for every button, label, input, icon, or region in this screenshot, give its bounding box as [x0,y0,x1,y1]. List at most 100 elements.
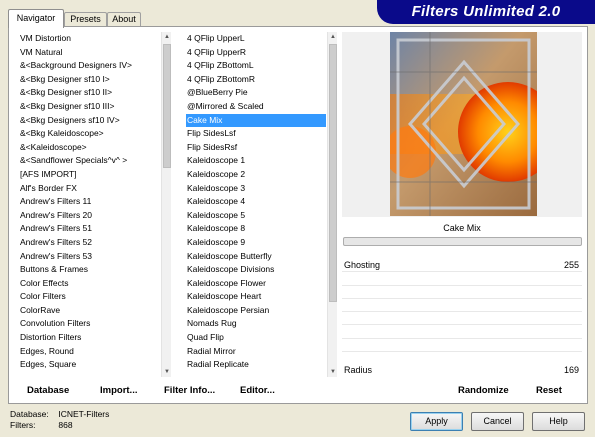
param-empty-row [342,299,582,313]
scroll-down-arrow-icon[interactable]: ▼ [162,367,172,377]
param-radius-value: 169 [563,365,579,375]
filter-list-item[interactable]: Kaleidoscope 8 [186,222,326,236]
import-button[interactable]: Import... [100,383,137,399]
category-list[interactable]: VM Distortion VM Natural &<Background Desi… [19,32,159,377]
filter-list-item[interactable]: Flip SidesLsf [186,127,326,141]
filter-list-item[interactable]: @Mirrored & Scaled [186,100,326,114]
filter-scroll-thumb[interactable] [329,44,337,302]
database-button[interactable]: Database [27,383,69,399]
scroll-up-arrow-icon[interactable]: ▲ [162,32,172,42]
filter-list-item[interactable]: Kaleidoscope 9 [186,236,326,250]
filter-list-item[interactable]: Kaleidoscope Heart [186,290,326,304]
tab-presets[interactable]: Presets [64,12,107,27]
category-list-item[interactable]: Andrew's Filters 51 [19,222,159,236]
cancel-button-label: Cancel [483,416,512,426]
category-list-item[interactable]: &<Bkg Designer sf10 III> [19,100,159,114]
reset-button[interactable]: Reset [536,383,562,399]
category-list-item[interactable]: &<Bkg Designer sf10 II> [19,86,159,100]
preview-image [390,32,537,216]
tab-presets-label: Presets [70,14,101,24]
category-list-item[interactable]: &<Background Designers IV> [19,59,159,73]
category-list-item[interactable]: Color Filters [19,290,159,304]
filter-separator-bar [343,237,582,246]
filter-list-scrollbar[interactable]: ▲ ▼ [327,32,337,377]
param-ghosting-value: 255 [563,260,579,270]
category-list-item[interactable]: Edges, Square [19,358,159,372]
category-list-item[interactable]: &<Bkg Kaleidoscope> [19,127,159,141]
help-button[interactable]: Help [532,412,585,431]
filter-list-item[interactable]: Radial Replicate [186,358,326,372]
category-list-item[interactable]: [AFS IMPORT] [19,168,159,182]
param-empty-row [342,325,582,339]
category-list-item[interactable]: Alf's Border FX [19,182,159,196]
filter-list[interactable]: 4 QFlip UpperL 4 QFlip UpperR 4 QFlip ZBot… [186,32,326,377]
database-value: ICNET-Filters [58,409,110,419]
filter-list-item[interactable]: Radial Mirror [186,345,326,359]
category-list-item[interactable]: &<Bkg Designer sf10 I> [19,73,159,87]
category-list-item[interactable]: &<Kaleidoscope> [19,141,159,155]
filter-list-item[interactable]: Nomads Rug [186,317,326,331]
category-list-item[interactable]: ColorRave [19,304,159,318]
param-radius[interactable]: Radius 169 [342,363,582,377]
filter-list-item[interactable]: @BlueBerry Pie [186,86,326,100]
database-label: Database: [10,409,49,419]
category-list-item[interactable]: Andrew's Filters 53 [19,250,159,264]
category-list-item[interactable]: Andrew's Filters 11 [19,195,159,209]
filter-list-item[interactable]: Quad Flip [186,331,326,345]
navigator-toolbar: Database Import... Filter Info... Editor… [9,380,587,402]
scroll-down-arrow-icon[interactable]: ▼ [328,367,338,377]
category-list-item[interactable]: Andrew's Filters 52 [19,236,159,250]
param-ghosting[interactable]: Ghosting 255 [342,259,582,273]
parameter-list: Ghosting 255 [342,259,582,379]
preview-frame [342,32,582,217]
category-list-item[interactable]: Edges, Round [19,345,159,359]
filter-list-item[interactable]: Kaleidoscope Flower [186,277,326,291]
filter-list-item[interactable]: Kaleidoscope 4 [186,195,326,209]
tab-about-label: About [112,14,136,24]
help-button-label: Help [549,416,568,426]
tab-about[interactable]: About [107,12,141,27]
scroll-up-arrow-icon[interactable]: ▲ [328,32,338,42]
category-list-item[interactable]: &<Sandflower Specials^v^ > [19,154,159,168]
cancel-button[interactable]: Cancel [471,412,524,431]
filter-list-item[interactable]: 4 QFlip ZBottomL [186,59,326,73]
tab-navigator-label: Navigator [16,13,56,23]
category-list-item[interactable]: Andrew's Filters 20 [19,209,159,223]
param-ghosting-label: Ghosting [344,260,381,270]
category-list-item[interactable]: &<Bkg Designers sf10 IV> [19,114,159,128]
filter-list-item[interactable]: 4 QFlip ZBottomR [186,73,326,87]
editor-button[interactable]: Editor... [240,383,275,399]
category-list-item[interactable]: VM Distortion [19,32,159,46]
filter-list-item[interactable]: 4 QFlip UpperR [186,46,326,60]
navigator-panel: VM Distortion VM Natural &<Background Desi… [8,26,588,404]
category-list-item[interactable]: Buttons & Frames [19,263,159,277]
param-radius-label: Radius [344,365,373,375]
param-empty-row [342,312,582,326]
filters-count-value: 868 [58,420,73,430]
filter-list-item[interactable]: Flip SidesRsf [186,141,326,155]
category-list-item[interactable]: VM Natural [19,46,159,60]
filter-list-item[interactable]: Kaleidoscope Butterfly [186,250,326,264]
randomize-button[interactable]: Randomize [458,383,509,399]
category-scroll-thumb[interactable] [163,44,171,168]
category-list-item[interactable]: Distortion Filters [19,331,159,345]
category-list-scrollbar[interactable]: ▲ ▼ [161,32,171,377]
tab-navigator[interactable]: Navigator [8,9,64,28]
filter-list-item[interactable]: Kaleidoscope 3 [186,182,326,196]
filter-list-item[interactable]: Kaleidoscope Divisions [186,263,326,277]
filter-list-item[interactable]: Kaleidoscope 1 [186,154,326,168]
filter-list-item[interactable]: Kaleidoscope 2 [186,168,326,182]
filter-list-item[interactable]: Kaleidoscope Persian [186,304,326,318]
filter-list-item[interactable]: Cake Mix [186,113,326,128]
category-list-item[interactable]: Convolution Filters [19,317,159,331]
selected-filter-name: Cake Mix [443,223,481,233]
apply-button[interactable]: Apply [410,412,463,431]
filters-count-label: Filters: [10,420,36,430]
category-list-item[interactable]: Color Effects [19,277,159,291]
app-title-banner: Filters Unlimited 2.0 [377,0,595,24]
filter-info-button[interactable]: Filter Info... [164,383,215,399]
apply-button-label: Apply [425,416,448,426]
param-empty-row [342,286,582,299]
filter-list-item[interactable]: 4 QFlip UpperL [186,32,326,46]
filter-list-item[interactable]: Kaleidoscope 5 [186,209,326,223]
